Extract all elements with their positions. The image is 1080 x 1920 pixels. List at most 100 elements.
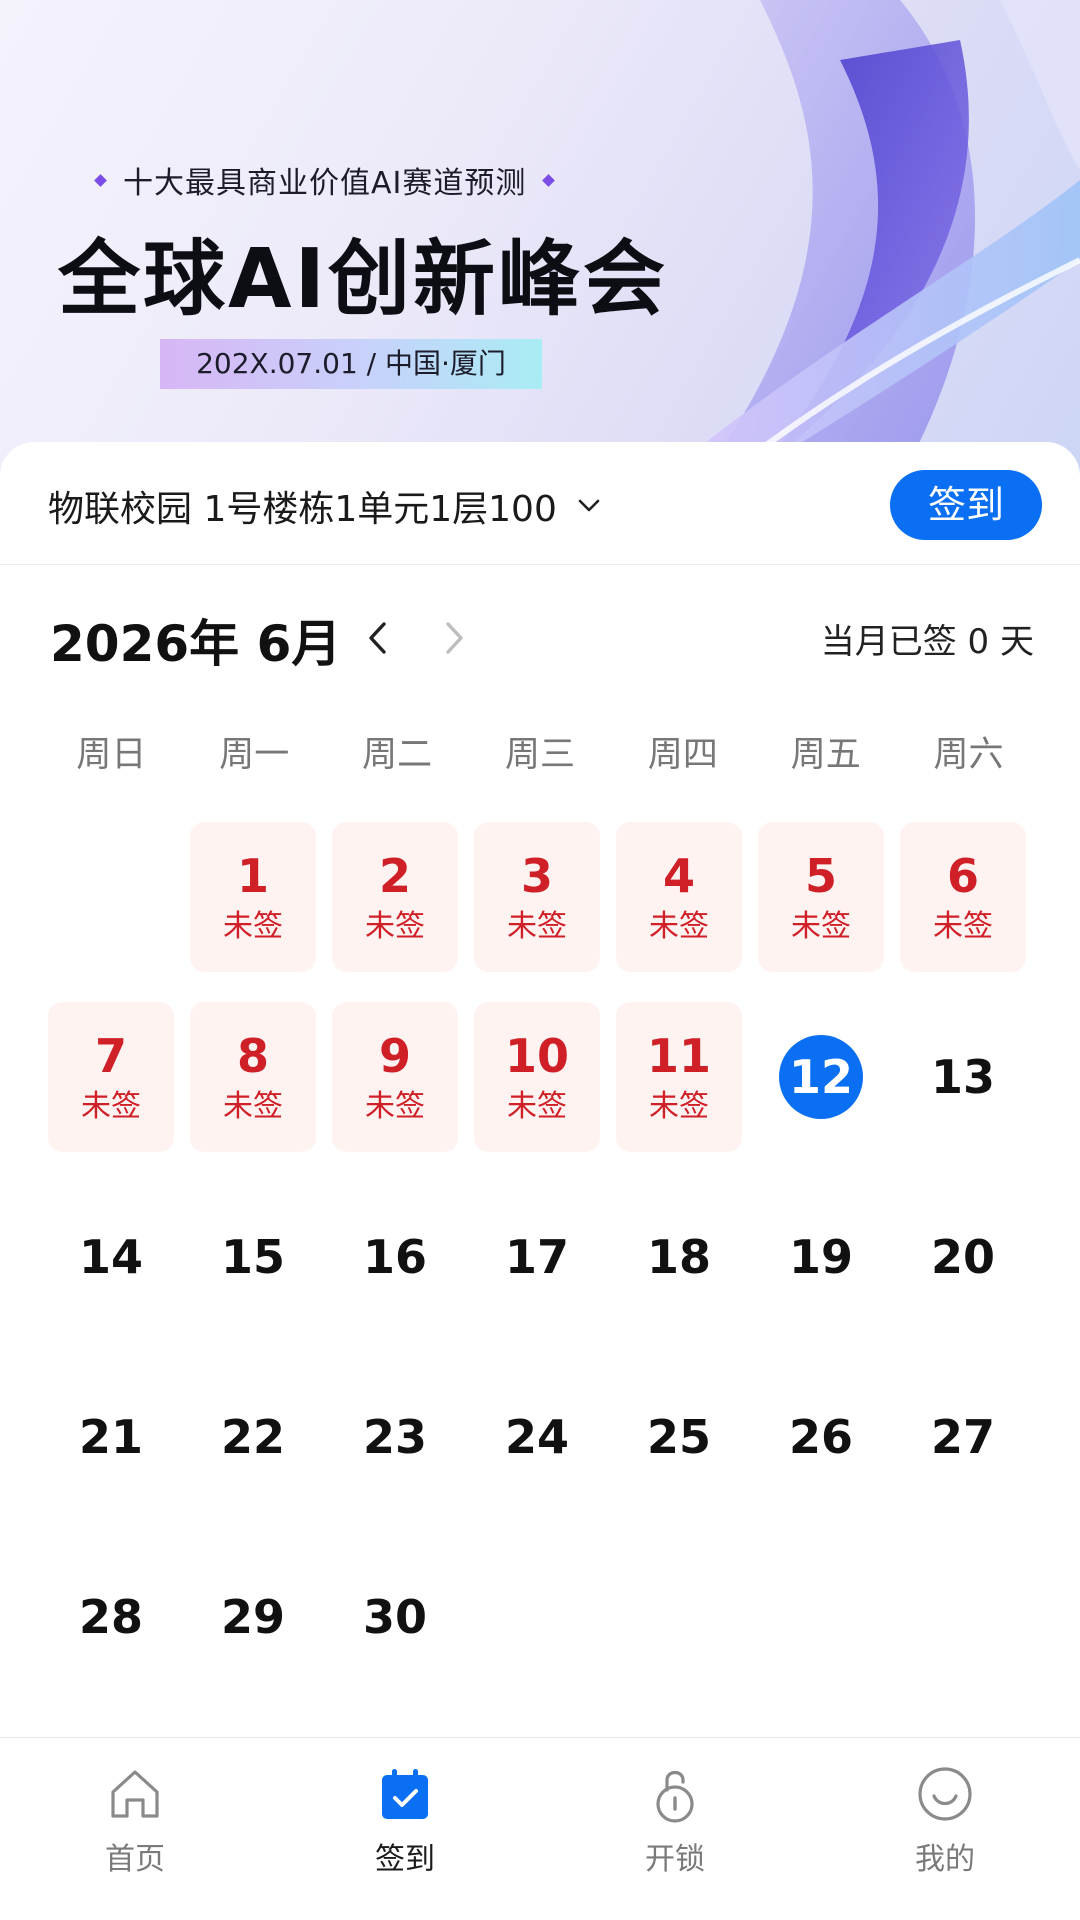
chevron-left-icon[interactable] bbox=[362, 618, 392, 658]
smile-icon bbox=[918, 1767, 972, 1821]
banner-date-tag: 202X.07.01 / 中国·厦门 bbox=[160, 339, 542, 389]
sign-status: 未签 bbox=[365, 1089, 425, 1124]
event-banner[interactable]: 十大最具商业价值AI赛道预测 全球AI创新峰会 202X.07.01 / 中国·… bbox=[0, 0, 1080, 480]
day-number: 20 bbox=[930, 1230, 995, 1284]
day-number: 27 bbox=[930, 1410, 995, 1464]
day-number: 24 bbox=[504, 1410, 569, 1464]
month-header: 2026年 6月 当月已签 0 天 bbox=[0, 600, 1080, 676]
day-cell[interactable]: 6 未签 bbox=[900, 822, 1026, 972]
day-cell[interactable]: 28 bbox=[48, 1542, 174, 1692]
tab-profile[interactable]: 我的 bbox=[810, 1738, 1080, 1920]
sign-in-page: 十大最具商业价值AI赛道预测 全球AI创新峰会 202X.07.01 / 中国·… bbox=[0, 0, 1080, 1920]
day-cell[interactable]: 7 未签 bbox=[48, 1002, 174, 1152]
day-cell[interactable]: 3 未签 bbox=[474, 822, 600, 972]
day-cell[interactable]: 23 bbox=[332, 1362, 458, 1512]
tab-unlock[interactable]: 开锁 bbox=[540, 1738, 810, 1920]
calendar-grid: 1 未签 2 未签 3 未签 4 未签 5 未签 6 未签 7 未签 8 未签 9 未签 10 未签 11 未签 12 13 1… bbox=[48, 822, 1032, 1692]
sign-in-button[interactable]: 签到 bbox=[890, 470, 1042, 540]
day-cell[interactable]: 13 bbox=[900, 1002, 1026, 1152]
day-number: 30 bbox=[362, 1590, 427, 1644]
day-number: 3 bbox=[520, 849, 553, 903]
day-number: 7 bbox=[94, 1029, 127, 1083]
home-icon bbox=[111, 1770, 159, 1818]
day-number: 13 bbox=[930, 1050, 995, 1104]
sign-status: 未签 bbox=[365, 909, 425, 944]
day-cell[interactable]: 9 未签 bbox=[332, 1002, 458, 1152]
day-number: 15 bbox=[220, 1230, 285, 1284]
day-number: 21 bbox=[78, 1410, 143, 1464]
weekday-header: 周日 周一 周二 周三 周四 周五 周六 bbox=[48, 730, 1032, 780]
day-cell[interactable]: 4 未签 bbox=[616, 822, 742, 972]
diamond-icon bbox=[94, 173, 107, 187]
day-number: 17 bbox=[504, 1230, 569, 1284]
day-cell[interactable]: 19 bbox=[758, 1182, 884, 1332]
day-number: 19 bbox=[788, 1230, 853, 1284]
day-cell[interactable]: 11 未签 bbox=[616, 1002, 742, 1152]
sign-status: 未签 bbox=[791, 909, 851, 944]
day-cell[interactable]: 21 bbox=[48, 1362, 174, 1512]
day-number: 2 bbox=[378, 849, 411, 903]
day-cell[interactable]: 30 bbox=[332, 1542, 458, 1692]
day-cell[interactable]: 1 未签 bbox=[190, 822, 316, 972]
weekday-label: 周一 bbox=[219, 735, 290, 775]
tab-sign-in[interactable]: 签到 bbox=[270, 1738, 540, 1920]
day-cell[interactable]: 10 未签 bbox=[474, 1002, 600, 1152]
day-cell[interactable]: 26 bbox=[758, 1362, 884, 1512]
day-cell[interactable]: 16 bbox=[332, 1182, 458, 1332]
tab-label: 首页 bbox=[105, 1842, 165, 1877]
day-cell[interactable]: 14 bbox=[48, 1182, 174, 1332]
banner-title: 全球AI创新峰会 bbox=[58, 232, 668, 327]
day-number: 4 bbox=[662, 849, 695, 903]
banner-subtitle-text: 十大最具商业价值AI赛道预测 bbox=[123, 166, 527, 201]
day-number: 1 bbox=[236, 849, 269, 903]
day-number: 22 bbox=[220, 1410, 285, 1464]
sign-status: 未签 bbox=[649, 909, 709, 944]
weekday-label: 周四 bbox=[647, 735, 718, 775]
weekday-label: 周三 bbox=[504, 735, 575, 775]
day-cell[interactable]: 29 bbox=[190, 1542, 316, 1692]
weekday-label: 周五 bbox=[790, 735, 861, 775]
sign-status: 未签 bbox=[507, 909, 567, 944]
weekday-label: 周二 bbox=[362, 735, 433, 775]
day-cell[interactable]: 2 未签 bbox=[332, 822, 458, 972]
day-number: 8 bbox=[236, 1029, 269, 1083]
day-cell[interactable]: 20 bbox=[900, 1182, 1026, 1332]
day-cell[interactable]: 5 未签 bbox=[758, 822, 884, 972]
chevron-down-icon bbox=[578, 499, 600, 512]
monthly-signed-count: 当月已签 0 天 bbox=[820, 622, 1034, 662]
day-number: 28 bbox=[78, 1590, 143, 1644]
banner-subtitle: 十大最具商业价值AI赛道预测 bbox=[94, 158, 556, 202]
day-cell[interactable]: 15 bbox=[190, 1182, 316, 1332]
day-cell[interactable]: 12 bbox=[758, 1002, 884, 1152]
day-cell[interactable]: 17 bbox=[474, 1182, 600, 1332]
day-number: 5 bbox=[804, 849, 837, 903]
day-number: 29 bbox=[220, 1590, 285, 1644]
weekday-label: 周六 bbox=[933, 735, 1004, 775]
today-date: 12 bbox=[779, 1035, 863, 1119]
diamond-icon bbox=[542, 173, 556, 187]
day-cell[interactable]: 27 bbox=[900, 1362, 1026, 1512]
day-number: 14 bbox=[78, 1230, 143, 1284]
day-number: 11 bbox=[646, 1029, 711, 1083]
tab-label: 开锁 bbox=[645, 1842, 705, 1877]
day-cell[interactable]: 18 bbox=[616, 1182, 742, 1332]
day-cell[interactable]: 25 bbox=[616, 1362, 742, 1512]
day-number: 23 bbox=[362, 1410, 427, 1464]
tab-label: 我的 bbox=[915, 1842, 975, 1877]
sign-status: 未签 bbox=[933, 909, 993, 944]
location-row: 物联校园 1号楼栋1单元1层100 签到 bbox=[0, 442, 1080, 565]
month-label: 2026年 6月 bbox=[50, 615, 342, 673]
tab-home[interactable]: 首页 bbox=[0, 1738, 270, 1920]
day-cell[interactable]: 24 bbox=[474, 1362, 600, 1512]
chevron-right-icon[interactable] bbox=[440, 618, 470, 658]
day-cell[interactable]: 22 bbox=[190, 1362, 316, 1512]
sign-in-card: 物联校园 1号楼栋1单元1层100 签到 2026年 6月 当月已签 0 天 周… bbox=[0, 442, 1080, 1737]
day-cell[interactable]: 8 未签 bbox=[190, 1002, 316, 1152]
location-selector[interactable]: 物联校园 1号楼栋1单元1层100 bbox=[48, 480, 603, 532]
empty-day-cell bbox=[48, 822, 174, 972]
sign-status: 未签 bbox=[507, 1089, 567, 1124]
weekday-label: 周日 bbox=[76, 735, 147, 775]
day-number: 26 bbox=[788, 1410, 853, 1464]
bottom-tab-bar: 首页 签到 开锁 我的 bbox=[0, 1737, 1080, 1920]
day-number: 6 bbox=[946, 849, 979, 903]
